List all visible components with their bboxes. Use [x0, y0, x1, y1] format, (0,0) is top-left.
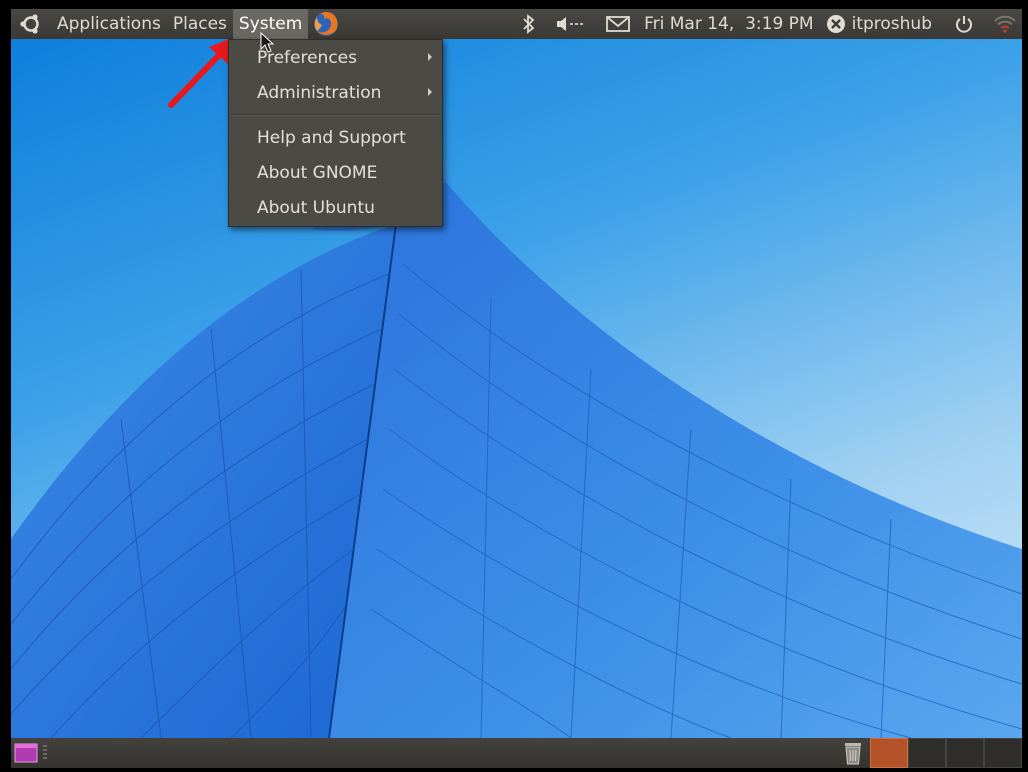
network-indicator[interactable] — [986, 9, 1022, 39]
menu-item-help-and-support[interactable]: Help and Support — [229, 120, 442, 155]
menu-separator — [231, 114, 440, 116]
panel-handle[interactable] — [43, 745, 47, 761]
bottom-panel — [11, 738, 1022, 768]
menu-item-about-gnome[interactable]: About GNOME — [229, 155, 442, 190]
submenu-arrow-icon — [428, 88, 432, 96]
menu-item-label: About GNOME — [257, 162, 378, 183]
session-menu[interactable] — [938, 9, 986, 39]
power-icon — [956, 16, 972, 33]
trash-button[interactable] — [838, 738, 868, 768]
desktop-wallpaper[interactable] — [11, 39, 1022, 738]
bluetooth-icon — [523, 14, 535, 34]
system-dropdown-menu: Preferences Administration Help and Supp… — [228, 39, 443, 227]
wallpaper-building — [11, 39, 1022, 738]
mail-icon — [606, 16, 631, 32]
menu-item-about-ubuntu[interactable]: About Ubuntu — [229, 190, 442, 225]
ubuntu-logo-button[interactable] — [11, 9, 51, 39]
trash-icon — [845, 743, 861, 765]
top-panel: Applications Places System Fri Mar 14, 3… — [11, 9, 1022, 39]
user-menu[interactable]: itproshub — [820, 9, 938, 39]
username-label: itproshub — [851, 14, 932, 34]
clock[interactable]: Fri Mar 14, 3:19 PM — [638, 9, 819, 39]
firefox-icon — [314, 12, 339, 36]
menu-item-administration[interactable]: Administration — [229, 75, 442, 110]
panel-indicators: Fri Mar 14, 3:19 PM itproshub — [508, 9, 1022, 39]
workspace-1[interactable] — [870, 738, 908, 768]
menu-item-label: About Ubuntu — [257, 197, 375, 218]
bluetooth-indicator[interactable] — [508, 9, 550, 39]
show-desktop-button[interactable] — [13, 741, 39, 765]
firefox-launcher[interactable] — [308, 9, 344, 39]
workspace-2[interactable] — [908, 738, 946, 768]
places-menu[interactable]: Places — [167, 9, 233, 39]
show-desktop-icon — [14, 743, 38, 763]
volume-muted-icon — [557, 17, 584, 31]
mail-indicator[interactable] — [598, 9, 638, 39]
menu-item-label: Help and Support — [257, 127, 406, 148]
mouse-cursor-icon — [260, 32, 274, 53]
bottom-right-group — [838, 738, 1022, 768]
wifi-icon — [994, 15, 1016, 33]
workspace-4[interactable] — [984, 738, 1022, 768]
submenu-arrow-icon — [428, 53, 432, 61]
ubuntu-logo-icon — [20, 14, 39, 34]
volume-indicator[interactable] — [550, 9, 598, 39]
applications-menu[interactable]: Applications — [51, 9, 167, 39]
menu-item-label: Administration — [257, 82, 382, 103]
screen: Applications Places System Fri Mar 14, 3… — [0, 0, 1028, 772]
workspace-3[interactable] — [946, 738, 984, 768]
user-status-icon — [826, 15, 845, 33]
